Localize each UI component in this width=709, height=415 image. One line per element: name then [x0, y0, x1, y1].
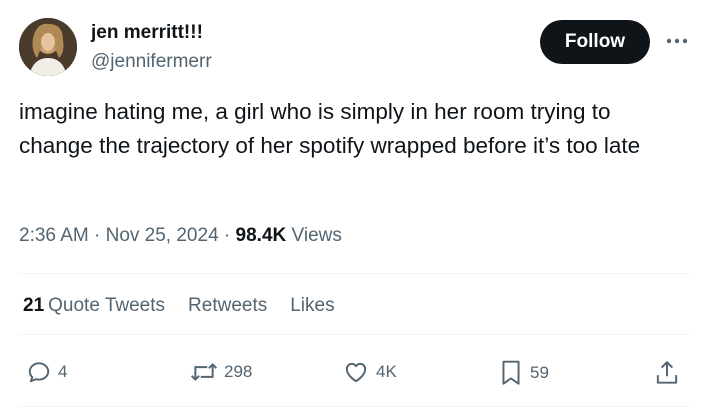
- retweet-icon: [190, 363, 218, 381]
- views-label: Views: [291, 225, 342, 246]
- tweet-text: imagine hating me, a girl who is simply …: [19, 99, 641, 158]
- bookmark-button[interactable]: 59: [498, 359, 549, 387]
- share-icon: [656, 361, 678, 384]
- divider: [19, 406, 689, 407]
- quote-tweets-link[interactable]: 21 Quote Tweets: [23, 295, 165, 317]
- author-name[interactable]: jen merritt!!!: [91, 22, 203, 44]
- divider: [19, 273, 689, 274]
- like-count: 4K: [376, 362, 397, 381]
- tweet-meta: 2:36 AM · Nov 25, 2024 · 98.4K Views: [19, 225, 342, 247]
- tweet-time[interactable]: 2:36 AM: [19, 225, 89, 246]
- bookmark-icon: [502, 360, 520, 385]
- share-button[interactable]: [654, 359, 680, 387]
- retweet-count: 298: [224, 362, 253, 381]
- more-icon[interactable]: [664, 28, 690, 54]
- avatar[interactable]: [19, 18, 77, 76]
- views-count: 98.4K: [235, 225, 287, 246]
- reply-icon: [28, 362, 50, 383]
- author-handle[interactable]: @jennifermerr: [91, 51, 212, 73]
- retweet-button[interactable]: 298: [190, 359, 252, 385]
- follow-button[interactable]: Follow: [540, 20, 650, 64]
- reply-button[interactable]: 4: [26, 359, 67, 385]
- meta-separator: ·: [88, 225, 106, 246]
- engagement-stats: 21 Quote Tweets Retweets Likes: [23, 295, 335, 317]
- retweets-link[interactable]: Retweets: [188, 295, 267, 317]
- divider: [19, 334, 689, 335]
- tweet-date[interactable]: Nov 25, 2024: [106, 225, 219, 246]
- quote-label: Quote Tweets: [48, 295, 166, 316]
- like-button[interactable]: 4K: [342, 359, 397, 385]
- reply-count: 4: [58, 362, 68, 381]
- avatar-image: [19, 18, 77, 76]
- like-icon: [345, 362, 367, 383]
- likes-link[interactable]: Likes: [290, 295, 334, 317]
- bookmark-count: 59: [530, 363, 549, 382]
- meta-separator: ·: [218, 225, 236, 246]
- quote-count: 21: [23, 295, 45, 316]
